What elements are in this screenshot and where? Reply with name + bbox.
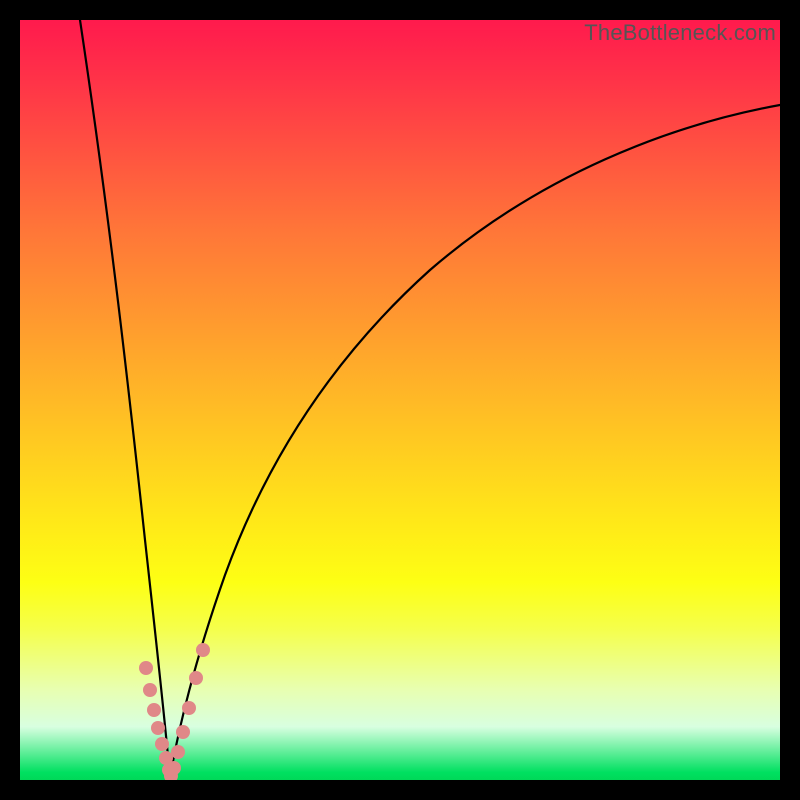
watermark-text: TheBottleneck.com [584,20,776,46]
curve-left-branch [80,20,170,778]
chart-frame: TheBottleneck.com [0,0,800,800]
chart-svg [20,20,780,780]
curve-right-branch [170,105,780,778]
chart-plot-area [20,20,780,780]
marker-group [139,643,210,780]
